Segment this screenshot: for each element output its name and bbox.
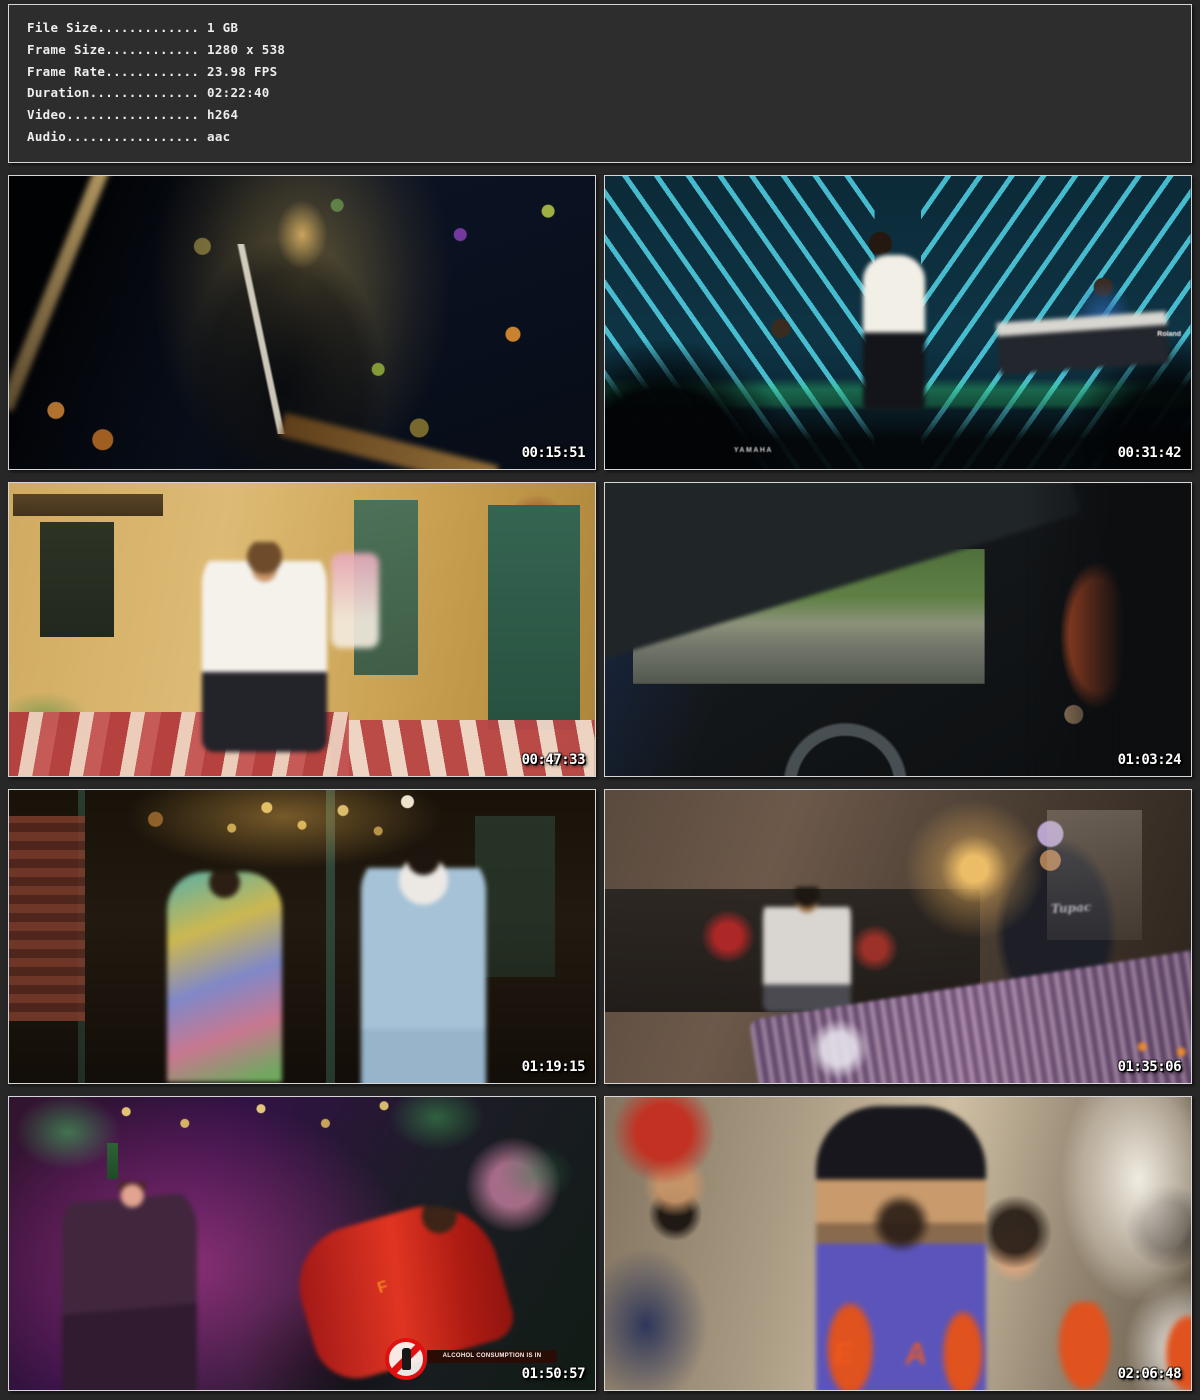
video-thumbnail-5: 01:19:15 [8,789,596,1084]
timestamp-badge: 02:06:48 [1118,1366,1181,1382]
media-info-line-audio: Audio................. aac [27,126,1173,148]
media-info-line-file-size: File Size............. 1 GB [27,17,1173,39]
timestamp-badge: 00:15:51 [522,445,585,461]
tshirt-text: Tupac [1051,900,1092,916]
alcohol-warning-text: ALCOHOL CONSUMPTION IS IN [427,1350,557,1363]
media-info-line-frame-rate: Frame Rate............ 23.98 FPS [27,61,1173,83]
video-thumbnail-6: Tupac 01:35:06 [604,789,1192,1084]
media-info-screenshot: { "media_info": { "lines": [ {"label": "… [0,0,1200,1400]
media-info-line-frame-size: Frame Size............ 1280 x 538 [27,39,1173,61]
timestamp-badge: 00:31:42 [1118,445,1181,461]
drum-brand-text: YAMAHA [734,447,773,454]
video-thumbnail-1: 00:15:51 [8,175,596,470]
timestamp-badge: 01:50:57 [522,1366,585,1382]
sweater-letters-text: E A [832,1338,950,1372]
timestamp-badge: 01:35:06 [1118,1059,1181,1075]
video-thumbnail-4: 01:03:24 [604,482,1192,777]
video-thumbnail-2: YAMAHA Roland 00:31:42 [604,175,1192,470]
video-thumbnail-3: 00:47:33 [8,482,596,777]
keyboard-brand-text: Roland [1157,331,1181,338]
timestamp-badge: 00:47:33 [522,752,585,768]
video-thumbnail-8: E A 02:06:48 [604,1096,1192,1391]
media-info-line-video: Video................. h264 [27,104,1173,126]
timestamp-badge: 01:03:24 [1118,752,1181,768]
no-alcohol-icon [385,1338,427,1380]
timestamp-badge: 01:19:15 [522,1059,585,1075]
video-thumbnail-7: F ALCOHOL CONSUMPTION IS IN 01:50:57 [8,1096,596,1391]
media-info-panel: File Size............. 1 GB Frame Size..… [8,4,1192,163]
thumbnail-grid: 00:15:51 YAMAHA Roland 00:31:42 00:47:33… [8,175,1192,1391]
jacket-letter-text: F [376,1278,391,1298]
media-info-line-duration: Duration.............. 02:22:40 [27,82,1173,104]
